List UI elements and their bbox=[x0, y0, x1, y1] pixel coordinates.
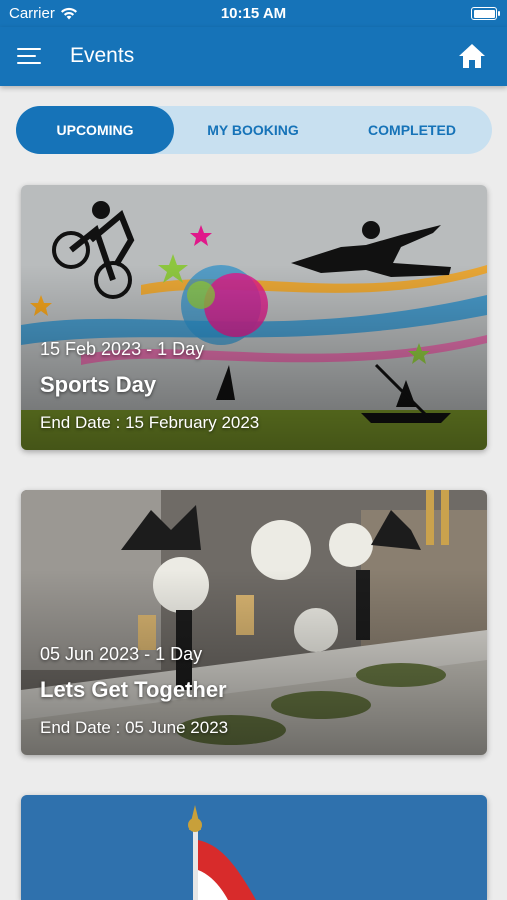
event-end-date: End Date : 05 June 2023 bbox=[40, 718, 228, 738]
event-end-date: End Date : 15 February 2023 bbox=[40, 413, 259, 433]
end-date-value: 05 June 2023 bbox=[125, 718, 229, 737]
event-date: 15 Feb 2023 - 1 Day bbox=[40, 339, 205, 359]
event-image-flag bbox=[21, 795, 487, 900]
card-overlay bbox=[21, 185, 487, 450]
event-name: Lets Get Together bbox=[40, 677, 227, 702]
status-bar: Carrier 10:15 AM bbox=[0, 0, 507, 27]
event-filter-tabs: UPCOMING MY BOOKING COMPLETED bbox=[16, 106, 492, 154]
tab-my-booking[interactable]: MY BOOKING bbox=[174, 106, 332, 154]
event-date: 05 Jun 2023 - 1 Day bbox=[40, 644, 203, 664]
status-time: 10:15 AM bbox=[220, 5, 287, 22]
event-card[interactable] bbox=[21, 795, 487, 900]
event-name: Sports Day bbox=[40, 372, 157, 397]
tab-upcoming[interactable]: UPCOMING bbox=[16, 106, 174, 154]
end-date-label: End Date : bbox=[40, 413, 126, 432]
card-overlay bbox=[21, 490, 487, 755]
navigation-bar: Events bbox=[0, 27, 507, 86]
home-icon[interactable] bbox=[457, 42, 487, 70]
event-card[interactable]: 05 Jun 2023 - 1 Day Lets Get Together En… bbox=[21, 490, 487, 755]
end-date-value: 15 February 2023 bbox=[125, 413, 260, 432]
battery-icon bbox=[471, 7, 500, 20]
page-title: Events bbox=[70, 44, 135, 67]
event-card[interactable]: 15 Feb 2023 - 1 Day Sports Day End Date … bbox=[21, 185, 487, 450]
end-date-label: End Date : bbox=[40, 718, 126, 737]
hamburger-menu-icon[interactable] bbox=[17, 46, 43, 66]
tab-completed[interactable]: COMPLETED bbox=[332, 106, 492, 154]
